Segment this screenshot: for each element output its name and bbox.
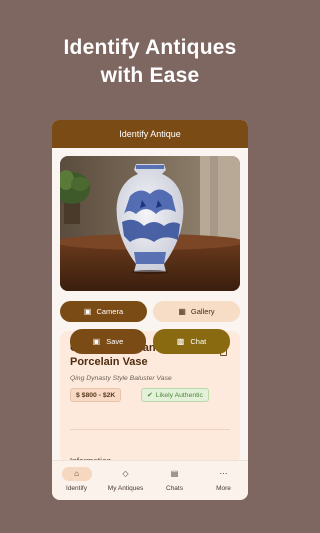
tab-my-antiques-label: My Antiques [107, 485, 144, 492]
tab-identify[interactable]: ⌂ Identify [52, 461, 101, 500]
vase-image [60, 156, 240, 291]
chat-icon: ▤ [170, 469, 179, 478]
chat-button[interactable]: ▩ Chat [153, 329, 230, 354]
price-range-text: $ $800 - $2K [76, 391, 116, 399]
price-range-badge: $ $800 - $2K [70, 388, 122, 402]
camera-button[interactable]: ▣ Camera [60, 301, 147, 322]
result-badges: $ $800 - $2K ✔ Likely Authentic [70, 388, 230, 402]
antique-subtitle: Qing Dynasty Style Baluster Vase [70, 375, 172, 382]
headline-line-2: with Ease [100, 64, 200, 87]
app-bar-title: Identify Antique [119, 129, 181, 139]
save-button-label: Save [106, 337, 124, 346]
camera-button-label: Camera [96, 307, 124, 316]
app-bar: Identify Antique [52, 120, 248, 148]
diamond-icon: ◇ [122, 469, 129, 478]
tab-chats-label: Chats [166, 485, 183, 492]
tab-more-label: More [216, 485, 231, 492]
tab-identify-label: Identify [66, 485, 87, 492]
phone-screen: Identify Antique ▣ Camera ▦ Gallery and … [52, 120, 248, 500]
check-circle-icon: ✔ [147, 392, 153, 399]
chat-bubble-icon: ▩ [176, 337, 185, 346]
gallery-icon: ▦ [178, 307, 186, 316]
home-icon: ⌂ [61, 467, 92, 481]
gallery-button[interactable]: ▦ Gallery [153, 301, 240, 322]
antique-photo [60, 156, 240, 291]
save-icon: ▣ [92, 337, 101, 346]
card-divider [70, 429, 230, 430]
tab-my-antiques[interactable]: ◇ My Antiques [101, 461, 150, 500]
marketing-headline: Identify Antiques with Ease [0, 34, 300, 90]
bottom-navigation: ⌂ Identify ◇ My Antiques ▤ Chats ⋯ More [52, 460, 248, 500]
headline-line-1: Identify Antiques [63, 36, 237, 59]
gallery-button-label: Gallery [190, 307, 215, 316]
camera-icon: ▣ [83, 307, 92, 316]
tab-chats[interactable]: ▤ Chats [150, 461, 199, 500]
authenticity-badge: ✔ Likely Authentic [141, 388, 209, 402]
chat-button-label: Chat [190, 337, 207, 346]
authenticity-text: Likely Authentic [155, 391, 203, 399]
more-dots-icon: ⋯ [219, 469, 228, 478]
image-source-buttons: ▣ Camera ▦ Gallery [60, 301, 240, 322]
tab-more[interactable]: ⋯ More [199, 461, 248, 500]
save-button[interactable]: ▣ Save [70, 329, 146, 354]
